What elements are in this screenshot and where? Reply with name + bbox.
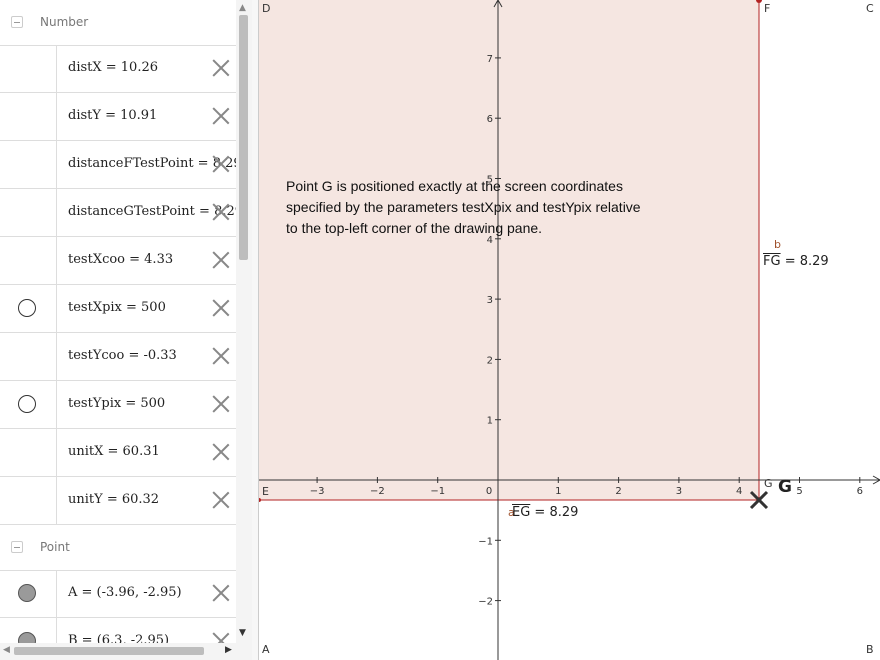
x-tick-label: −1 [430, 486, 445, 497]
algebra-row-text[interactable]: testYcoo = -0.33 [68, 348, 177, 363]
x-tick-label: 4 [736, 486, 742, 497]
delete-icon[interactable] [212, 395, 230, 413]
y-tick-label: 7 [487, 54, 493, 65]
algebra-row-text[interactable]: A = (-3.96, -2.95) [68, 585, 182, 600]
point-label-f: F [764, 2, 770, 15]
marble-cell [0, 477, 57, 524]
algebra-vertical-scrollbar[interactable]: ▲ ▼ [236, 0, 252, 660]
marble-cell [0, 381, 57, 428]
point-g-label[interactable]: G [778, 477, 792, 497]
x-tick-label: −2 [370, 486, 385, 497]
marble-cell [0, 237, 57, 284]
x-tick-label: −3 [310, 486, 325, 497]
scroll-down-icon[interactable]: ▼ [239, 628, 246, 638]
y-tick-label: −1 [478, 536, 493, 547]
marble-cell [0, 333, 57, 380]
visibility-toggle-icon[interactable] [18, 395, 36, 413]
algebra-row-text[interactable]: testYpix = 500 [68, 396, 165, 411]
point-label-d: D [262, 2, 270, 15]
x-tick-label: 6 [857, 486, 863, 497]
y-tick-label: 6 [487, 114, 493, 125]
algebra-row[interactable]: testXcoo = 4.33 [0, 237, 236, 285]
delete-icon[interactable] [212, 491, 230, 509]
point-label-e: E [262, 485, 269, 498]
shaded-rectangle[interactable] [259, 0, 759, 500]
marble-cell [0, 429, 57, 476]
y-tick-label: 2 [487, 355, 493, 366]
x-tick-label: 3 [676, 486, 682, 497]
delete-icon[interactable] [212, 584, 230, 602]
segment-eg-label[interactable]: EG = 8.29 [512, 505, 578, 520]
delete-icon[interactable] [212, 443, 230, 461]
y-tick-label: −2 [478, 597, 493, 608]
algebra-row-text[interactable]: distX = 10.26 [68, 60, 158, 75]
point-label-b: B [866, 643, 874, 656]
algebra-row[interactable]: distY = 10.91 [0, 93, 236, 141]
algebra-view: Number distX = 10.26 distY = 10.91 distance… [0, 0, 236, 660]
point-label-c: C [866, 2, 874, 15]
segment-fg-label[interactable]: FG = 8.29 [763, 254, 829, 269]
algebra-row[interactable]: A = (-3.96, -2.95) [0, 570, 236, 618]
group-header-number[interactable]: Number [0, 0, 236, 46]
y-tick-label: 1 [487, 416, 493, 427]
graphics-view[interactable]: −3 −2 −1 0 1 2 3 4 5 6 7 6 5 4 3 2 1 −1 −2 D C A B E F G Point G … [259, 0, 880, 660]
algebra-row-text[interactable]: distY = 10.91 [68, 108, 157, 123]
algebra-row-text[interactable]: testXpix = 500 [68, 300, 166, 315]
algebra-row[interactable]: distX = 10.26 [0, 45, 236, 93]
algebra-row[interactable]: testYcoo = -0.33 [0, 333, 236, 381]
marble-cell [0, 285, 57, 332]
marble-cell [0, 570, 57, 617]
point-label-g_small: G [764, 477, 773, 490]
algebra-row[interactable]: distanceGTestPoint = 8.29 [0, 189, 236, 237]
graphics-canvas[interactable]: −3 −2 −1 0 1 2 3 4 5 67654321−1−2D CA BEFG [259, 0, 880, 660]
collapse-icon[interactable] [11, 16, 23, 28]
point-label-a: A [262, 643, 270, 656]
algebra-row[interactable]: distanceFTestPoint = 8.29 [0, 141, 236, 189]
group-title: Number [40, 15, 89, 29]
delete-icon[interactable] [212, 251, 230, 269]
x-tick-label: 0 [486, 486, 492, 497]
marble-cell [0, 141, 57, 188]
delete-icon[interactable] [212, 299, 230, 317]
algebra-row-text[interactable]: distanceGTestPoint = 8.29 [68, 204, 236, 219]
marble-cell [0, 45, 57, 92]
scroll-thumb-horizontal[interactable] [14, 647, 204, 655]
delete-icon[interactable] [212, 155, 230, 173]
group-header-point[interactable]: Point [0, 525, 236, 571]
algebra-row-text[interactable]: testXcoo = 4.33 [68, 252, 173, 267]
delete-icon[interactable] [212, 203, 230, 221]
marble-cell [0, 189, 57, 236]
view-divider[interactable] [252, 0, 259, 660]
info-text: Point G is positioned exactly at the scr… [286, 178, 641, 236]
delete-icon[interactable] [212, 59, 230, 77]
x-tick-label: 5 [796, 486, 802, 497]
scroll-left-icon[interactable]: ◀ [3, 645, 10, 655]
segment-fg-letter: b [774, 238, 781, 251]
algebra-row[interactable]: unitX = 60.31 [0, 429, 236, 477]
algebra-horizontal-scrollbar[interactable]: ◀ ▶ [0, 643, 236, 660]
visibility-toggle-icon[interactable] [18, 584, 36, 602]
algebra-row-text[interactable]: unitY = 60.32 [68, 492, 159, 507]
x-tick-label: 1 [555, 486, 561, 497]
collapse-icon[interactable] [11, 541, 23, 553]
delete-icon[interactable] [212, 107, 230, 125]
marble-cell [0, 93, 57, 140]
algebra-row[interactable]: testYpix = 500 [0, 381, 236, 429]
scroll-up-icon[interactable]: ▲ [239, 3, 246, 13]
algebra-row-text[interactable]: unitX = 60.31 [68, 444, 160, 459]
delete-icon[interactable] [212, 347, 230, 365]
algebra-row[interactable]: unitY = 60.32 [0, 477, 236, 525]
y-tick-label: 3 [487, 295, 493, 306]
x-tick-label: 2 [615, 486, 621, 497]
group-title: Point [40, 540, 70, 554]
algebra-row[interactable]: testXpix = 500 [0, 285, 236, 333]
scroll-right-icon[interactable]: ▶ [225, 645, 232, 655]
visibility-toggle-icon[interactable] [18, 299, 36, 317]
scroll-thumb[interactable] [239, 15, 248, 260]
algebra-row-text[interactable]: distanceFTestPoint = 8.29 [68, 156, 236, 171]
